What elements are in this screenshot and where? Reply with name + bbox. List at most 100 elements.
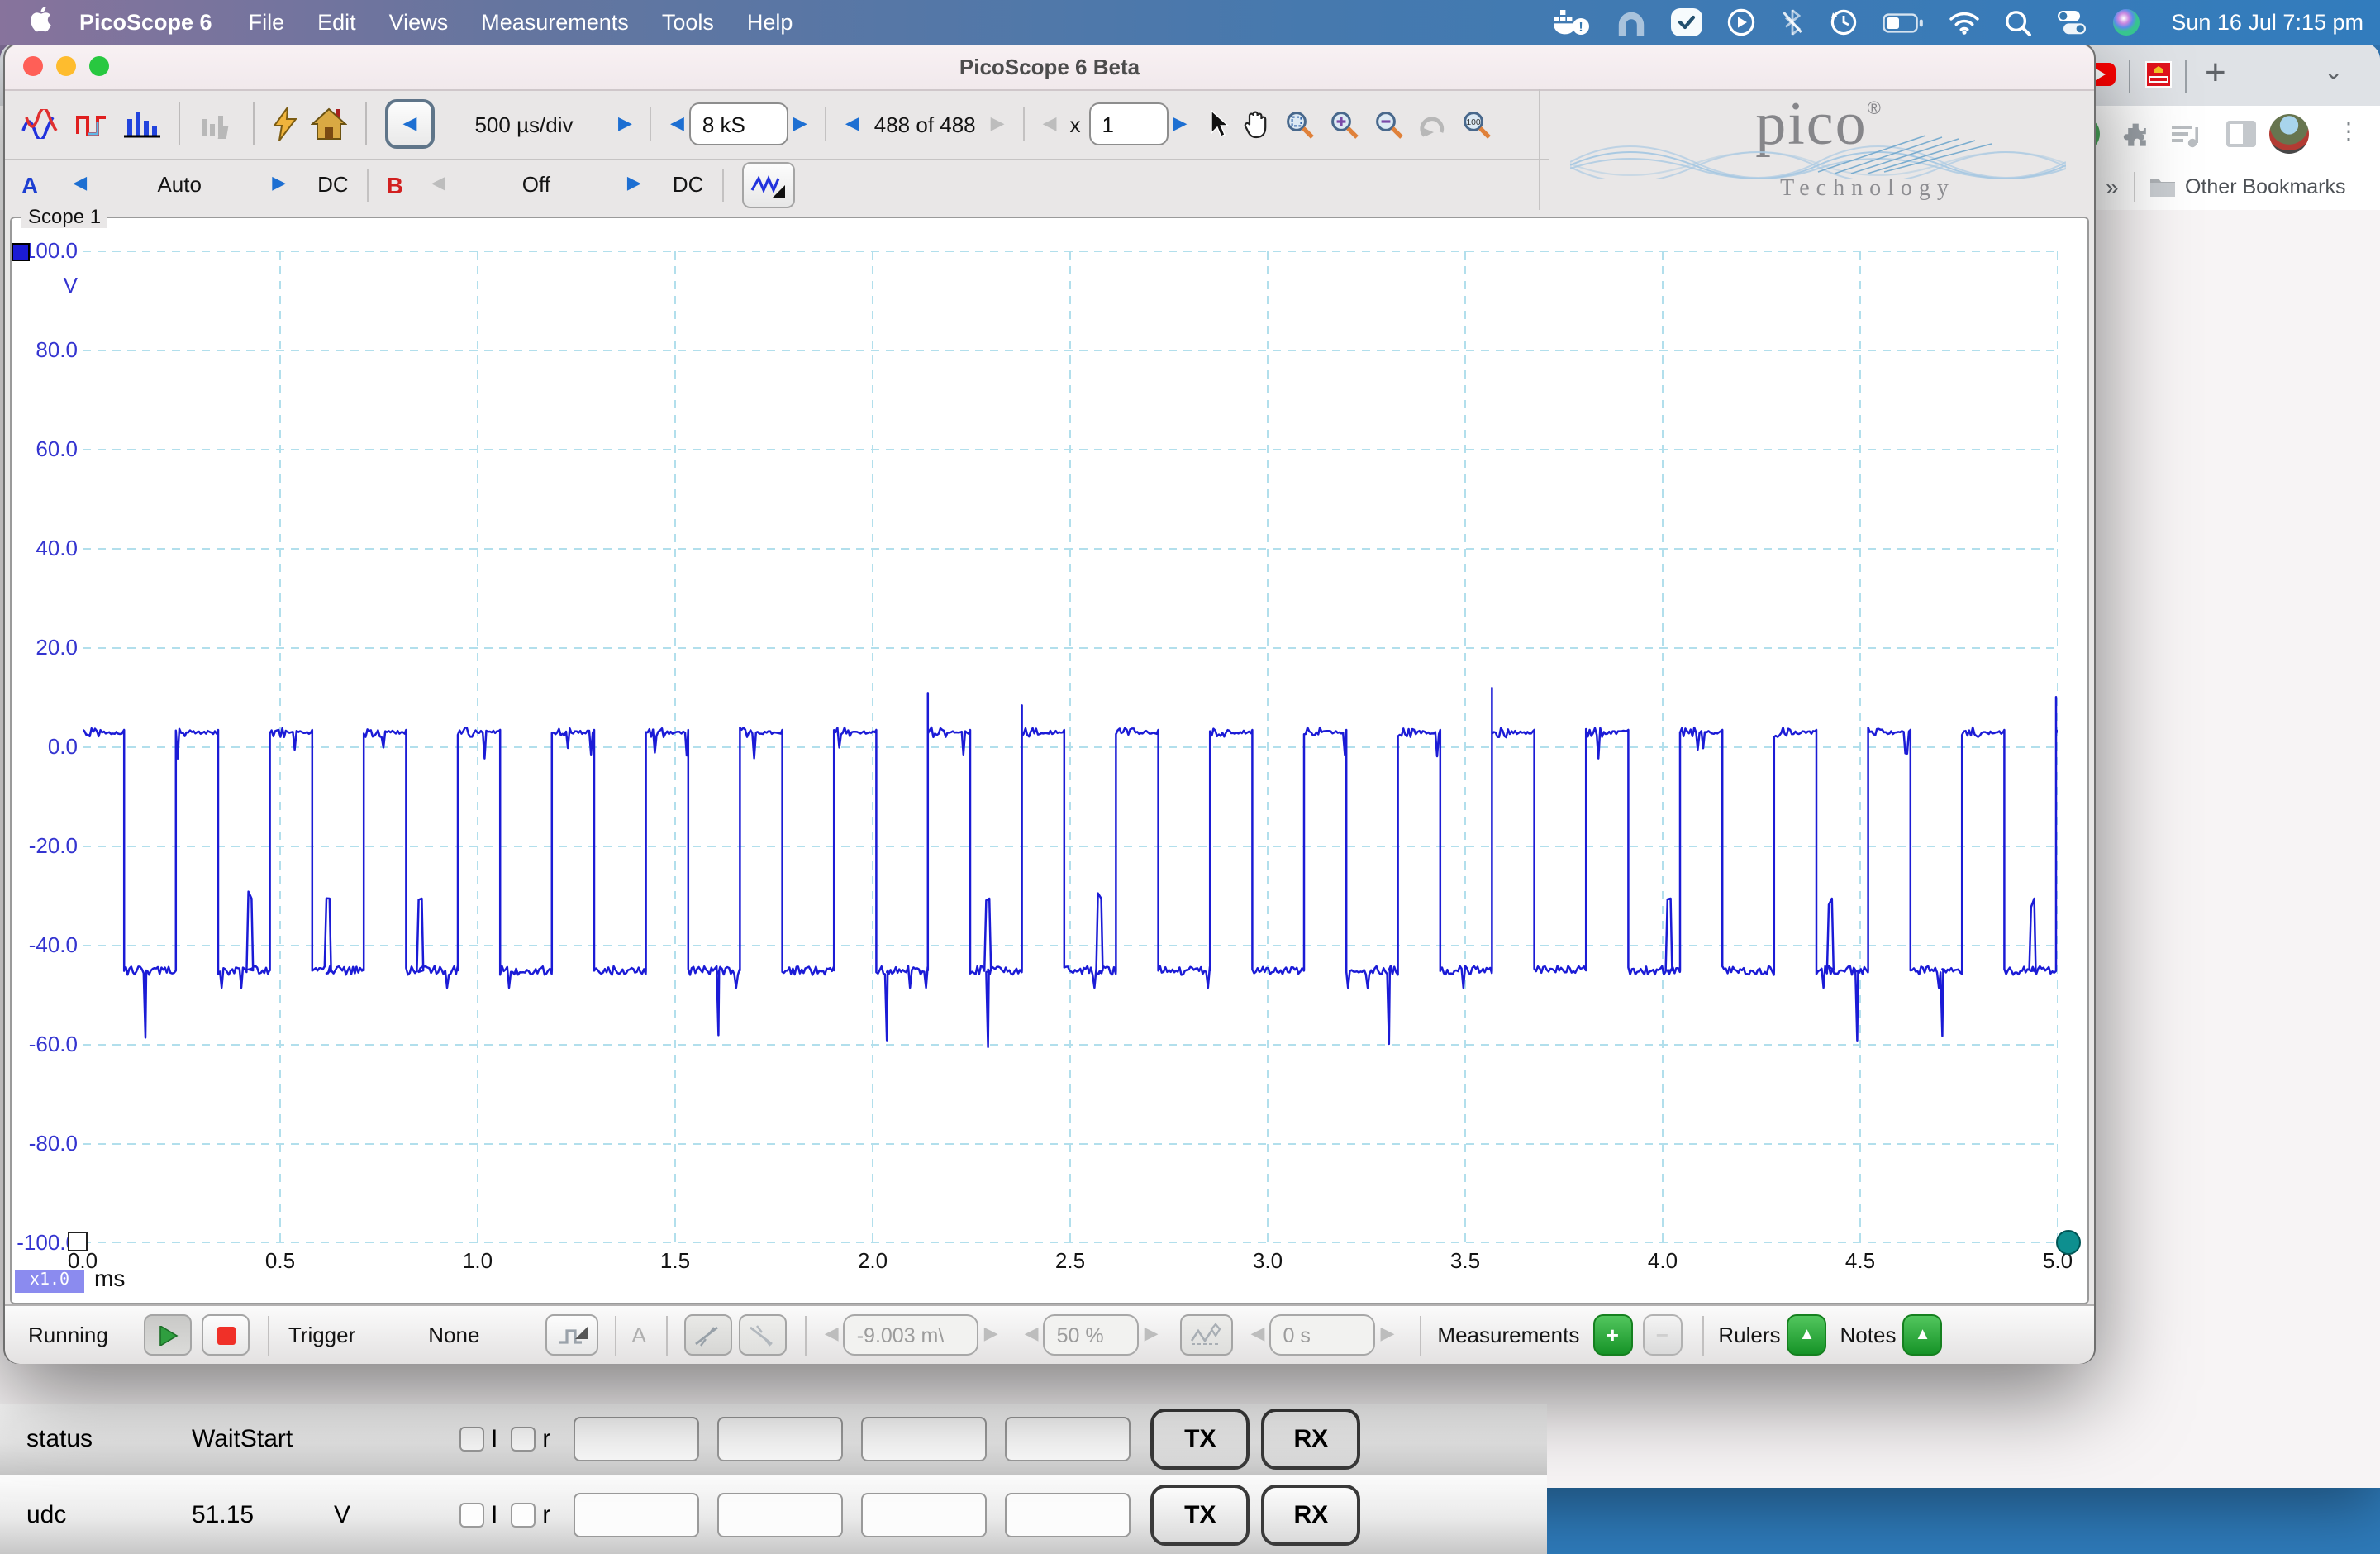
zoom-full-icon[interactable]: 100	[1461, 108, 1492, 140]
value-field[interactable]	[861, 1417, 987, 1461]
bookmarks-overflow-chevrons[interactable]: »	[2106, 174, 2119, 200]
trigger-level-input[interactable]: -9.003 m\	[844, 1314, 979, 1356]
zoom-in-icon[interactable]	[1329, 108, 1360, 140]
arch-icon[interactable]	[1616, 9, 1645, 36]
trigger-delay-down-arrow[interactable]: ◀	[1246, 1326, 1270, 1344]
pre-trigger-input[interactable]: 50 %	[1044, 1314, 1140, 1356]
checkbox-I[interactable]	[459, 1427, 484, 1452]
auto-setup-icon[interactable]	[273, 107, 298, 141]
channel-b-range-up-arrow[interactable]: ▶	[622, 175, 646, 193]
pre-trigger-up-arrow[interactable]: ▶	[1140, 1326, 1164, 1344]
time-machine-icon[interactable]	[1829, 8, 1857, 36]
zoom-out-icon[interactable]	[1373, 108, 1405, 140]
home-settings-icon[interactable]	[311, 107, 347, 141]
post-trigger-button[interactable]	[1180, 1314, 1233, 1356]
docker-icon[interactable]: !	[1553, 8, 1591, 36]
menu-file[interactable]: File	[232, 10, 302, 35]
trigger-delay-input[interactable]: 0 s	[1269, 1314, 1375, 1356]
waveform-plot[interactable]	[83, 251, 2058, 1243]
trigger-delay-up-arrow[interactable]: ▶	[1375, 1326, 1399, 1344]
battery-icon[interactable]	[1882, 12, 1923, 32]
pointer-tool-icon[interactable]	[1207, 109, 1230, 139]
side-panel-icon[interactable]	[2226, 121, 2256, 155]
new-tab-button[interactable]: +	[2205, 51, 2226, 94]
title-bar[interactable]: PicoScope 6 Beta	[5, 45, 2094, 91]
channel-a-axis-handle[interactable]	[12, 243, 30, 261]
play-circle-icon[interactable]	[1726, 8, 1754, 36]
value-field[interactable]	[574, 1417, 699, 1461]
value-field[interactable]	[1005, 1492, 1130, 1537]
zoom-selection-icon[interactable]	[1284, 108, 1316, 140]
spectrum-view-icon[interactable]	[124, 109, 160, 139]
checkbox-r[interactable]	[511, 1502, 536, 1527]
zoom-increase-arrow[interactable]: ▶	[1169, 115, 1192, 133]
tab-search-chevron-icon[interactable]: ⌄	[2324, 58, 2343, 86]
trigger-mode[interactable]: None	[428, 1323, 479, 1347]
menu-help[interactable]: Help	[731, 10, 810, 35]
siri-icon[interactable]	[2111, 8, 2140, 36]
menu-app-name[interactable]: PicoScope 6	[60, 10, 232, 35]
channel-b-range-down-arrow[interactable]: ◀	[426, 175, 450, 193]
timebase-decrease-button[interactable]: ◀	[385, 99, 435, 149]
shortcuts-check-icon[interactable]	[1670, 8, 1702, 36]
rulers-button[interactable]: ▲	[1787, 1314, 1827, 1356]
start-button[interactable]	[145, 1314, 193, 1356]
wifi-icon[interactable]	[1948, 11, 1979, 34]
menu-clock[interactable]: Sun 16 Jul 7:15 pm	[2171, 10, 2363, 35]
scope-view-icon[interactable]	[21, 109, 61, 139]
other-bookmarks[interactable]: Other Bookmarks	[2185, 175, 2346, 198]
timebase-value[interactable]: 500 µs/div	[435, 112, 613, 136]
spotlight-search-icon[interactable]	[2004, 9, 2030, 36]
rx-button[interactable]: RX	[1261, 1484, 1360, 1545]
bluetooth-icon[interactable]	[1779, 8, 1804, 36]
checkbox-I[interactable]	[459, 1502, 484, 1527]
channel-a-range-up-arrow[interactable]: ▶	[267, 175, 291, 193]
value-field[interactable]	[717, 1492, 843, 1537]
kebab-menu-icon[interactable]: ⋮	[2337, 117, 2360, 145]
x-multiplier-badge[interactable]: x1.0	[15, 1270, 84, 1293]
samples-decrease-arrow[interactable]: ◀	[665, 115, 689, 133]
signal-generator-button[interactable]	[741, 161, 794, 207]
channel-b-coupling[interactable]: DC	[673, 172, 704, 197]
royal-mail-icon[interactable]	[2145, 61, 2172, 96]
checkbox-r[interactable]	[511, 1427, 536, 1452]
extensions-puzzle-icon[interactable]	[2122, 121, 2152, 159]
trigger-level-up-arrow[interactable]: ▶	[979, 1326, 1003, 1344]
buffer-next-arrow[interactable]: ▶	[986, 115, 1010, 133]
rising-edge-button[interactable]	[684, 1314, 732, 1356]
tx-button[interactable]: TX	[1150, 1409, 1250, 1470]
rx-button[interactable]: RX	[1261, 1409, 1360, 1470]
zoom-input[interactable]: 1	[1089, 102, 1169, 145]
avatar[interactable]	[2269, 114, 2309, 154]
channel-a-range-down-arrow[interactable]: ◀	[68, 175, 92, 193]
control-center-icon[interactable]	[2055, 8, 2087, 36]
falling-edge-button[interactable]	[739, 1314, 787, 1356]
add-measurement-button[interactable]: +	[1592, 1314, 1632, 1356]
stop-button[interactable]	[202, 1314, 250, 1356]
value-field[interactable]	[861, 1492, 987, 1537]
value-field[interactable]	[574, 1492, 699, 1537]
channel-a-coupling[interactable]: DC	[317, 172, 349, 197]
remove-measurement-button[interactable]: −	[1642, 1314, 1682, 1356]
axis-origin-handle[interactable]	[68, 1232, 88, 1251]
undo-zoom-icon[interactable]	[1418, 110, 1448, 138]
samples-input[interactable]: 8 kS	[689, 102, 788, 145]
menu-views[interactable]: Views	[373, 10, 465, 35]
persistence-view-icon[interactable]	[74, 109, 111, 139]
value-field[interactable]	[1005, 1417, 1130, 1461]
menu-measurements[interactable]: Measurements	[464, 10, 645, 35]
hand-tool-icon[interactable]	[1243, 109, 1271, 139]
playlist-icon[interactable]	[2170, 122, 2203, 157]
apple-menu-icon[interactable]	[0, 6, 60, 39]
timebase-increase-arrow[interactable]: ▶	[613, 115, 637, 133]
scope-tab-label[interactable]: Scope 1	[21, 205, 107, 228]
channel-b-range[interactable]: Off	[450, 172, 622, 197]
menu-tools[interactable]: Tools	[645, 10, 731, 35]
zoom-decrease-arrow[interactable]: ◀	[1038, 115, 1062, 133]
advanced-trigger-button[interactable]	[545, 1314, 598, 1356]
notes-button[interactable]: ▲	[1902, 1314, 1942, 1356]
pre-trigger-down-arrow[interactable]: ◀	[1020, 1326, 1044, 1344]
trigger-marker-handle[interactable]	[2056, 1230, 2081, 1255]
tx-button[interactable]: TX	[1150, 1484, 1250, 1545]
menu-edit[interactable]: Edit	[301, 10, 373, 35]
